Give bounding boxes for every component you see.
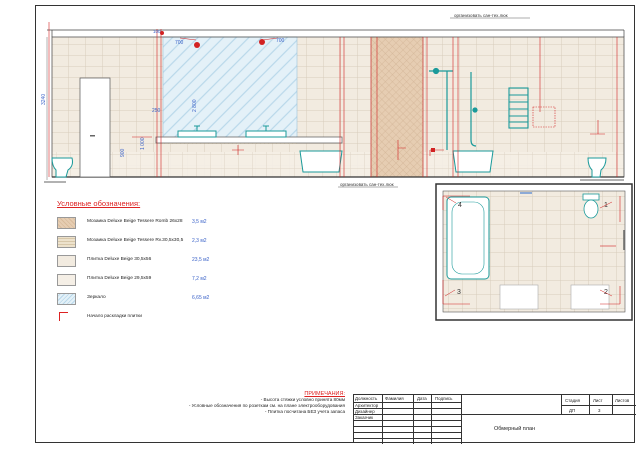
legend-item: Плитка Deluxe Beige 29,5х59 7,2 м2: [57, 274, 267, 287]
dim-height-total: 3240: [41, 94, 47, 105]
legend-item: Зеркало 6,65 м2: [57, 293, 267, 306]
tb-stage-value: ДП: [569, 408, 576, 413]
legend-area: 7,2 м2: [192, 276, 207, 282]
legend-label: Мозаика Deluxe Beige Tessere Rv.30,5х30,…: [87, 238, 184, 243]
tb-sheet-value: 3: [598, 408, 601, 413]
tb-sheets-label: Листов: [615, 398, 630, 403]
bathtub-right: [452, 150, 494, 173]
legend-item: Мозаика Deluxe Beige Tessere Romb 26х28 3…: [57, 217, 267, 230]
legend-title: Условные обозначения:: [57, 199, 141, 208]
legend-label: Зеркало: [87, 295, 106, 300]
legend-swatch: [57, 236, 76, 248]
mirror: [162, 36, 298, 139]
legend-item: Мозаика Deluxe Beige Tessere Rv.30,5х30,…: [57, 236, 267, 249]
legend-area: 6,65 м2: [192, 295, 210, 301]
mosaic-column: [370, 36, 424, 178]
door: [79, 77, 111, 178]
hatch-note-bottom: организовать сан-тех.люк: [340, 182, 394, 187]
legend-swatch: [57, 293, 76, 305]
legend-label: Плитка Deluxe Beige 29,5х59: [87, 276, 152, 281]
legend-item: Плитка Deluxe Beige 30,5х56 23,5 м2: [57, 255, 267, 268]
tb-header-signature: Подпись: [435, 396, 453, 401]
legend-area: 2,3 м2: [192, 238, 207, 244]
title-block: Должность Фамилия Дата Подпись Архитекто…: [353, 394, 636, 444]
tb-role-client: Заказчик: [355, 415, 374, 420]
legend: Условные обозначения: Мозаика Deluxe Bei…: [57, 199, 267, 324]
tb-header-surname: Фамилия: [385, 396, 404, 401]
tb-stage-label: Стадия: [565, 398, 580, 403]
tb-sheet-label: Лист: [593, 398, 603, 403]
legend-label: Мозаика Deluxe Beige Tessere Romb 26х28: [87, 219, 183, 224]
vanity-top: [155, 136, 343, 144]
dim-tap-height: 250: [152, 108, 161, 114]
legend-swatch: [57, 274, 76, 286]
legend-swatch: [57, 255, 76, 267]
bathtub-left: [299, 150, 343, 173]
legend-area: 23,5 м2: [192, 257, 210, 263]
dim-socket-b: 700: [276, 38, 285, 44]
dim-basin-height: 1 000: [140, 137, 146, 150]
legend-label: Плитка Deluxe Beige 30,5х56: [87, 257, 152, 262]
tb-role-architect: Архитектор: [355, 403, 379, 408]
note-line: - Плитка посчитана БЕЗ учета запаса: [264, 409, 345, 415]
dim-mirror-height: 2 800: [192, 99, 198, 112]
tb-header-position: Должность: [355, 396, 378, 401]
drawing-title: Обмерный план: [494, 426, 536, 432]
tb-role-designer: Дизайнер: [355, 409, 375, 414]
tb-header-date: Дата: [417, 396, 427, 401]
tile-start-icon: [59, 312, 68, 321]
socket-top-icon: [160, 31, 164, 35]
socket-hatch-icon: [431, 148, 435, 152]
socket-right-icon: [259, 39, 265, 45]
legend-start-label: Начало раскладки плитки: [87, 313, 142, 318]
hatch-note-top: организовать сан-тех.люк: [454, 13, 508, 18]
legend-swatch: [57, 217, 76, 229]
legend-area: 3,5 м2: [192, 219, 207, 225]
socket-left-icon: [194, 42, 200, 48]
dim-socket-a: 700: [175, 40, 184, 46]
notes: ПРИМЕЧАНИЯ: - Высота стяжки условно прин…: [152, 391, 345, 416]
dim-top-offset: 100: [153, 29, 161, 34]
legend-start-row: Начало раскладки плитки: [57, 312, 267, 324]
dim-bench-height: 900: [120, 148, 126, 157]
